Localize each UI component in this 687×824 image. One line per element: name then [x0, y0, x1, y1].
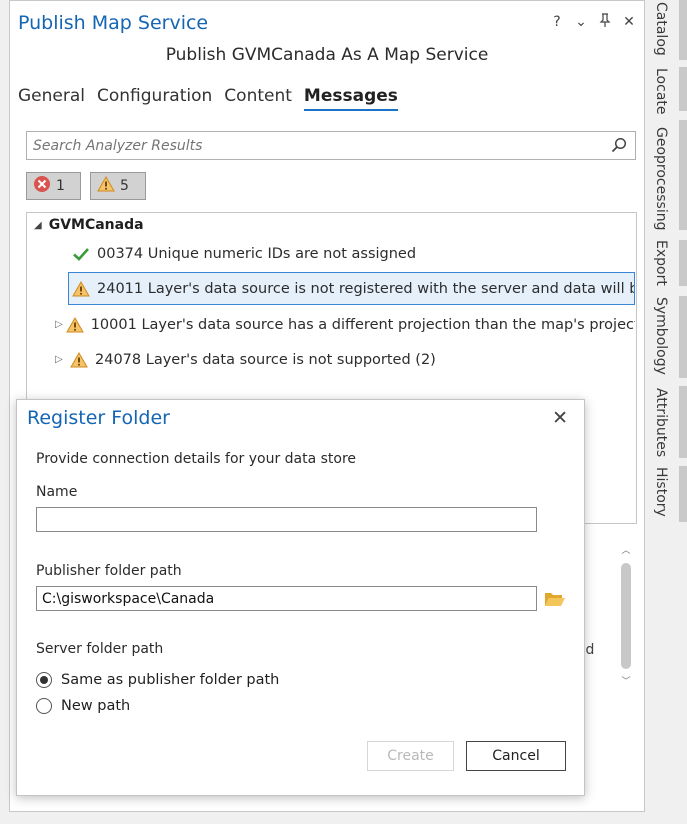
help-icon[interactable]: ? [548, 14, 566, 30]
tab-bar: General Configuration Content Messages [18, 86, 398, 111]
dialog-instruction: Provide connection details for your data… [36, 451, 357, 467]
right-dock-tabs: Catalog Locate Geoprocessing Export Symb… [648, 0, 687, 824]
warning-icon [70, 351, 88, 368]
scroll-thumb[interactable] [621, 563, 631, 669]
collapse-triangle-icon[interactable]: ◢ [34, 220, 42, 231]
search-input[interactable] [27, 132, 597, 159]
pane-subtitle: Publish GVMCanada As A Map Service [165, 45, 489, 65]
scroll-up-icon[interactable]: ︿ [619, 543, 633, 556]
radio-unselected-icon [36, 698, 52, 714]
dock-tab-export[interactable]: Export [653, 240, 669, 286]
options-dropdown-icon[interactable]: ⌄ [572, 14, 590, 30]
name-field[interactable] [36, 507, 537, 532]
result-text: 24011 Layer's data source is not registe… [97, 280, 634, 297]
dock-tab-locate[interactable]: Locate [653, 68, 669, 115]
tree-root-label: GVMCanada [48, 217, 144, 233]
new-path-radio[interactable]: New path [36, 698, 130, 714]
publisher-folder-path-field[interactable] [36, 586, 537, 611]
dock-tab-indicator [679, 240, 687, 286]
same-as-publisher-label: Same as publisher folder path [61, 672, 280, 688]
dock-tab-indicator [679, 0, 687, 60]
radio-selected-icon [36, 672, 52, 688]
tree-root-gvmcanada[interactable]: ◢ GVMCanada [34, 217, 144, 233]
close-icon[interactable]: ✕ [552, 407, 568, 429]
register-folder-dialog: Register Folder ✕ Provide connection det… [16, 399, 585, 796]
search-box [26, 131, 636, 160]
tab-content[interactable]: Content [224, 86, 292, 111]
dock-tab-indicator [679, 120, 687, 230]
warnings-count: 5 [120, 178, 129, 194]
dock-tab-indicator [679, 296, 687, 378]
pin-icon[interactable] [596, 13, 614, 31]
browse-folder-icon[interactable] [544, 591, 566, 611]
server-folder-label: Server folder path [36, 641, 164, 657]
dock-tab-attributes[interactable]: Attributes [653, 388, 669, 457]
search-icon[interactable] [611, 137, 627, 157]
tab-messages[interactable]: Messages [303, 86, 398, 111]
warnings-filter-button[interactable]: 5 [90, 172, 146, 200]
error-icon [33, 175, 51, 197]
same-as-publisher-radio[interactable]: Same as publisher folder path [36, 672, 279, 688]
tab-configuration[interactable]: Configuration [97, 86, 212, 111]
cancel-button[interactable]: Cancel [466, 741, 566, 771]
result-text: 24078 Layer's data source is not support… [95, 351, 436, 368]
dock-tab-indicator [679, 466, 687, 522]
warning-icon [97, 175, 115, 196]
close-icon[interactable]: ✕ [620, 14, 638, 30]
result-row-00374[interactable]: 00374 Unique numeric IDs are not assigne… [72, 237, 632, 270]
publisher-folder-label: Publisher folder path [36, 563, 182, 579]
errors-filter-button[interactable]: 1 [26, 172, 81, 200]
expand-triangle-icon[interactable]: ▷ [55, 354, 67, 365]
result-text: 10001 Layer's data source has a differen… [90, 316, 635, 333]
name-label: Name [36, 484, 78, 500]
dock-tab-catalog[interactable]: Catalog [653, 2, 669, 56]
pane-title: Publish Map Service [18, 12, 209, 34]
check-icon [72, 246, 90, 262]
result-row-10001[interactable]: ▷ 10001 Layer's data source has a differ… [55, 308, 635, 341]
errors-count: 1 [56, 178, 65, 194]
details-scrollbar[interactable]: ︿ ﹀ [619, 539, 633, 691]
dock-tab-history[interactable]: History [653, 467, 669, 517]
new-path-label: New path [61, 698, 131, 714]
result-row-24078[interactable]: ▷ 24078 Layer's data source is not suppo… [55, 343, 635, 376]
result-text: 00374 Unique numeric IDs are not assigne… [97, 245, 417, 262]
warning-icon [72, 280, 90, 297]
dock-tab-indicator [679, 67, 687, 111]
warning-icon [65, 316, 84, 333]
scroll-down-icon[interactable]: ﹀ [619, 674, 633, 687]
dialog-title: Register Folder [27, 407, 170, 429]
dock-tab-symbology[interactable]: Symbology [653, 297, 669, 375]
expand-triangle-icon[interactable]: ▷ [55, 319, 63, 330]
tab-general[interactable]: General [18, 86, 85, 111]
dock-tab-geoprocessing[interactable]: Geoprocessing [653, 127, 669, 230]
pane-controls: ? ⌄ ✕ [548, 13, 638, 31]
create-button[interactable]: Create [367, 741, 454, 771]
result-row-24011[interactable]: 24011 Layer's data source is not registe… [68, 272, 635, 305]
dock-tab-indicator [679, 386, 687, 458]
